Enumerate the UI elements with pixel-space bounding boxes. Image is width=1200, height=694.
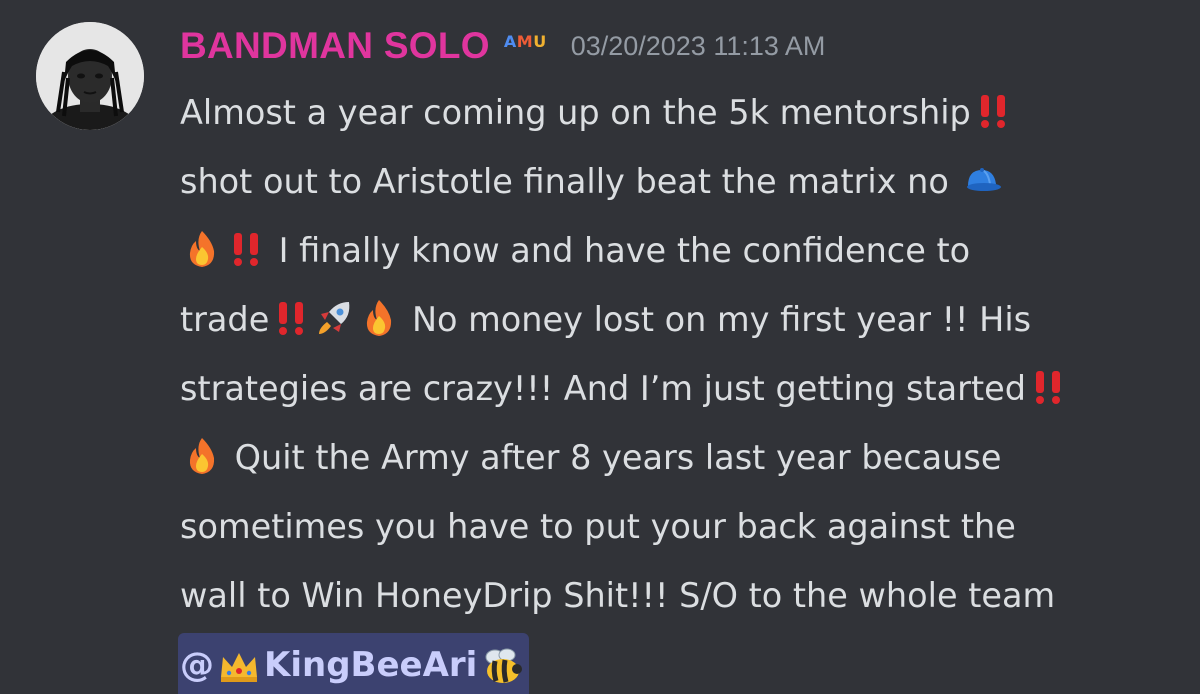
message-text: strategies are crazy!!! And I’m just get… bbox=[180, 369, 1026, 408]
message-line: wall to Win HoneyDrip Shit!!! S/O to the… bbox=[180, 561, 1170, 630]
role-tag-letter: U bbox=[533, 31, 547, 51]
role-tag-letter: M bbox=[516, 31, 534, 51]
message-header: BANDMAN SOLO A M U 03/20/2023 11:13 AM bbox=[180, 20, 825, 72]
message-text: I finally know and have the confidence t… bbox=[268, 231, 971, 270]
mention-name: KingBeeAri bbox=[264, 645, 478, 685]
message-line: strategies are crazy!!! And I’m just get… bbox=[180, 354, 1170, 423]
avatar-portrait-icon bbox=[36, 22, 144, 130]
message-line: Quit the Army after 8 years last year be… bbox=[180, 423, 1170, 492]
message-text: Almost a year coming up on the 5k mentor… bbox=[180, 93, 971, 132]
double-exclamation-icon bbox=[226, 229, 266, 269]
message-line: @ KingBeeAri bbox=[178, 630, 1170, 694]
rocket-icon bbox=[315, 298, 355, 338]
username[interactable]: BANDMAN SOLO bbox=[180, 25, 490, 67]
crown-icon bbox=[216, 643, 262, 689]
message-text: trade bbox=[180, 300, 270, 339]
cap-icon bbox=[962, 160, 1002, 200]
message-text: shot out to Aristotle finally beat the m… bbox=[180, 162, 949, 201]
message-line: shot out to Aristotle finally beat the m… bbox=[180, 147, 1170, 216]
fire-icon bbox=[182, 436, 222, 476]
message-content: Almost a year coming up on the 5k mentor… bbox=[178, 78, 1170, 694]
fire-icon bbox=[359, 298, 399, 338]
message-text: Quit the Army after 8 years last year be… bbox=[224, 438, 1002, 477]
role-tag: A M U bbox=[504, 32, 547, 51]
double-exclamation-icon bbox=[1028, 367, 1068, 407]
message-text: sometimes you have to put your back agai… bbox=[180, 507, 1016, 546]
message-line: Almost a year coming up on the 5k mentor… bbox=[180, 78, 1170, 147]
message-line: sometimes you have to put your back agai… bbox=[180, 492, 1170, 561]
chat-message: BANDMAN SOLO A M U 03/20/2023 11:13 AM A… bbox=[0, 0, 1200, 694]
double-exclamation-icon bbox=[271, 298, 311, 338]
double-exclamation-icon bbox=[973, 91, 1013, 131]
message-line: trade No money lost on my first year !! … bbox=[180, 285, 1170, 354]
role-tag-letter: A bbox=[503, 31, 517, 51]
mention-at: @ bbox=[180, 645, 214, 685]
fire-icon bbox=[182, 229, 222, 269]
message-text: No money lost on my first year !! His bbox=[401, 300, 1032, 339]
bee-icon bbox=[479, 643, 525, 689]
message-text: wall to Win HoneyDrip Shit!!! S/O to the… bbox=[180, 576, 1056, 615]
timestamp[interactable]: 03/20/2023 11:13 AM bbox=[571, 31, 826, 62]
message-line: I finally know and have the confidence t… bbox=[180, 216, 1170, 285]
user-mention[interactable]: @ KingBeeAri bbox=[178, 632, 530, 694]
avatar[interactable] bbox=[36, 22, 144, 130]
